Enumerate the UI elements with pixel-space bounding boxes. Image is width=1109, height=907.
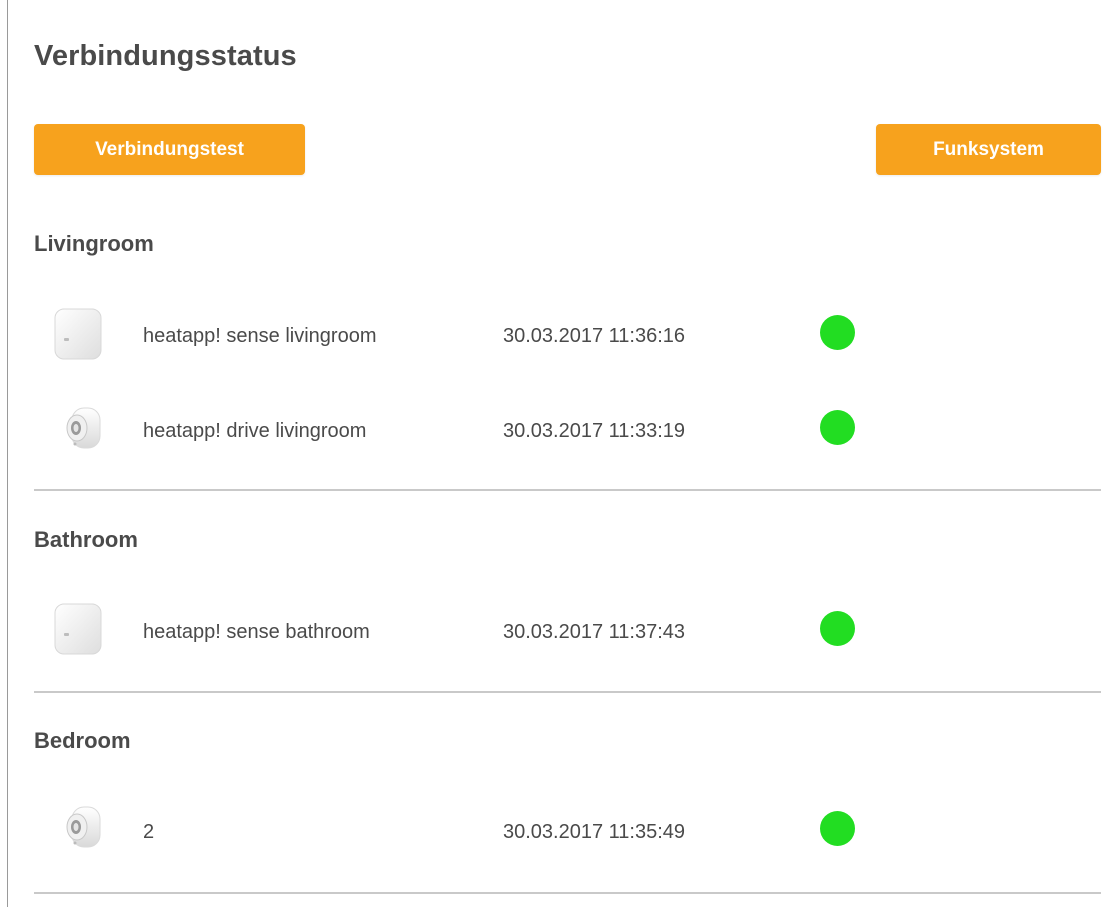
drive-icon [66, 407, 101, 449]
device-last-seen: 30.03.2017 11:36:16 [503, 325, 686, 347]
device-name: heatapp! drive livingroom [143, 420, 367, 442]
status-online-indicator [820, 315, 855, 350]
device-name: heatapp! sense livingroom [143, 325, 377, 347]
room-title: Bedroom [34, 728, 131, 753]
sense-icon [54, 603, 102, 655]
drive-icon [66, 806, 101, 848]
device-last-seen: 30.03.2017 11:37:43 [503, 621, 686, 643]
status-online-indicator [820, 611, 855, 646]
device-row: heatapp! sense livingroom 30.03.2017 11:… [34, 307, 1101, 367]
device-row: 2 30.03.2017 11:35:49 [34, 802, 1101, 862]
status-online-indicator [820, 410, 855, 445]
status-online-indicator [820, 811, 855, 846]
connection-test-button[interactable]: Verbindungstest [34, 124, 305, 175]
divider [34, 691, 1101, 693]
sense-icon [54, 308, 102, 360]
divider [34, 489, 1101, 491]
device-name: 2 [143, 821, 155, 843]
radio-system-button[interactable]: Funksystem [876, 124, 1101, 175]
device-last-seen: 30.03.2017 11:33:19 [503, 420, 686, 442]
device-last-seen: 30.03.2017 11:35:49 [503, 821, 686, 843]
left-border [7, 0, 8, 907]
divider [34, 892, 1101, 894]
device-row: heatapp! sense bathroom 30.03.2017 11:37… [34, 602, 1101, 662]
page-title: Verbindungsstatus [34, 40, 297, 72]
device-row: heatapp! drive livingroom 30.03.2017 11:… [34, 403, 1101, 463]
device-name: heatapp! sense bathroom [143, 621, 370, 643]
room-title: Livingroom [34, 231, 154, 256]
room-title: Bathroom [34, 527, 138, 552]
